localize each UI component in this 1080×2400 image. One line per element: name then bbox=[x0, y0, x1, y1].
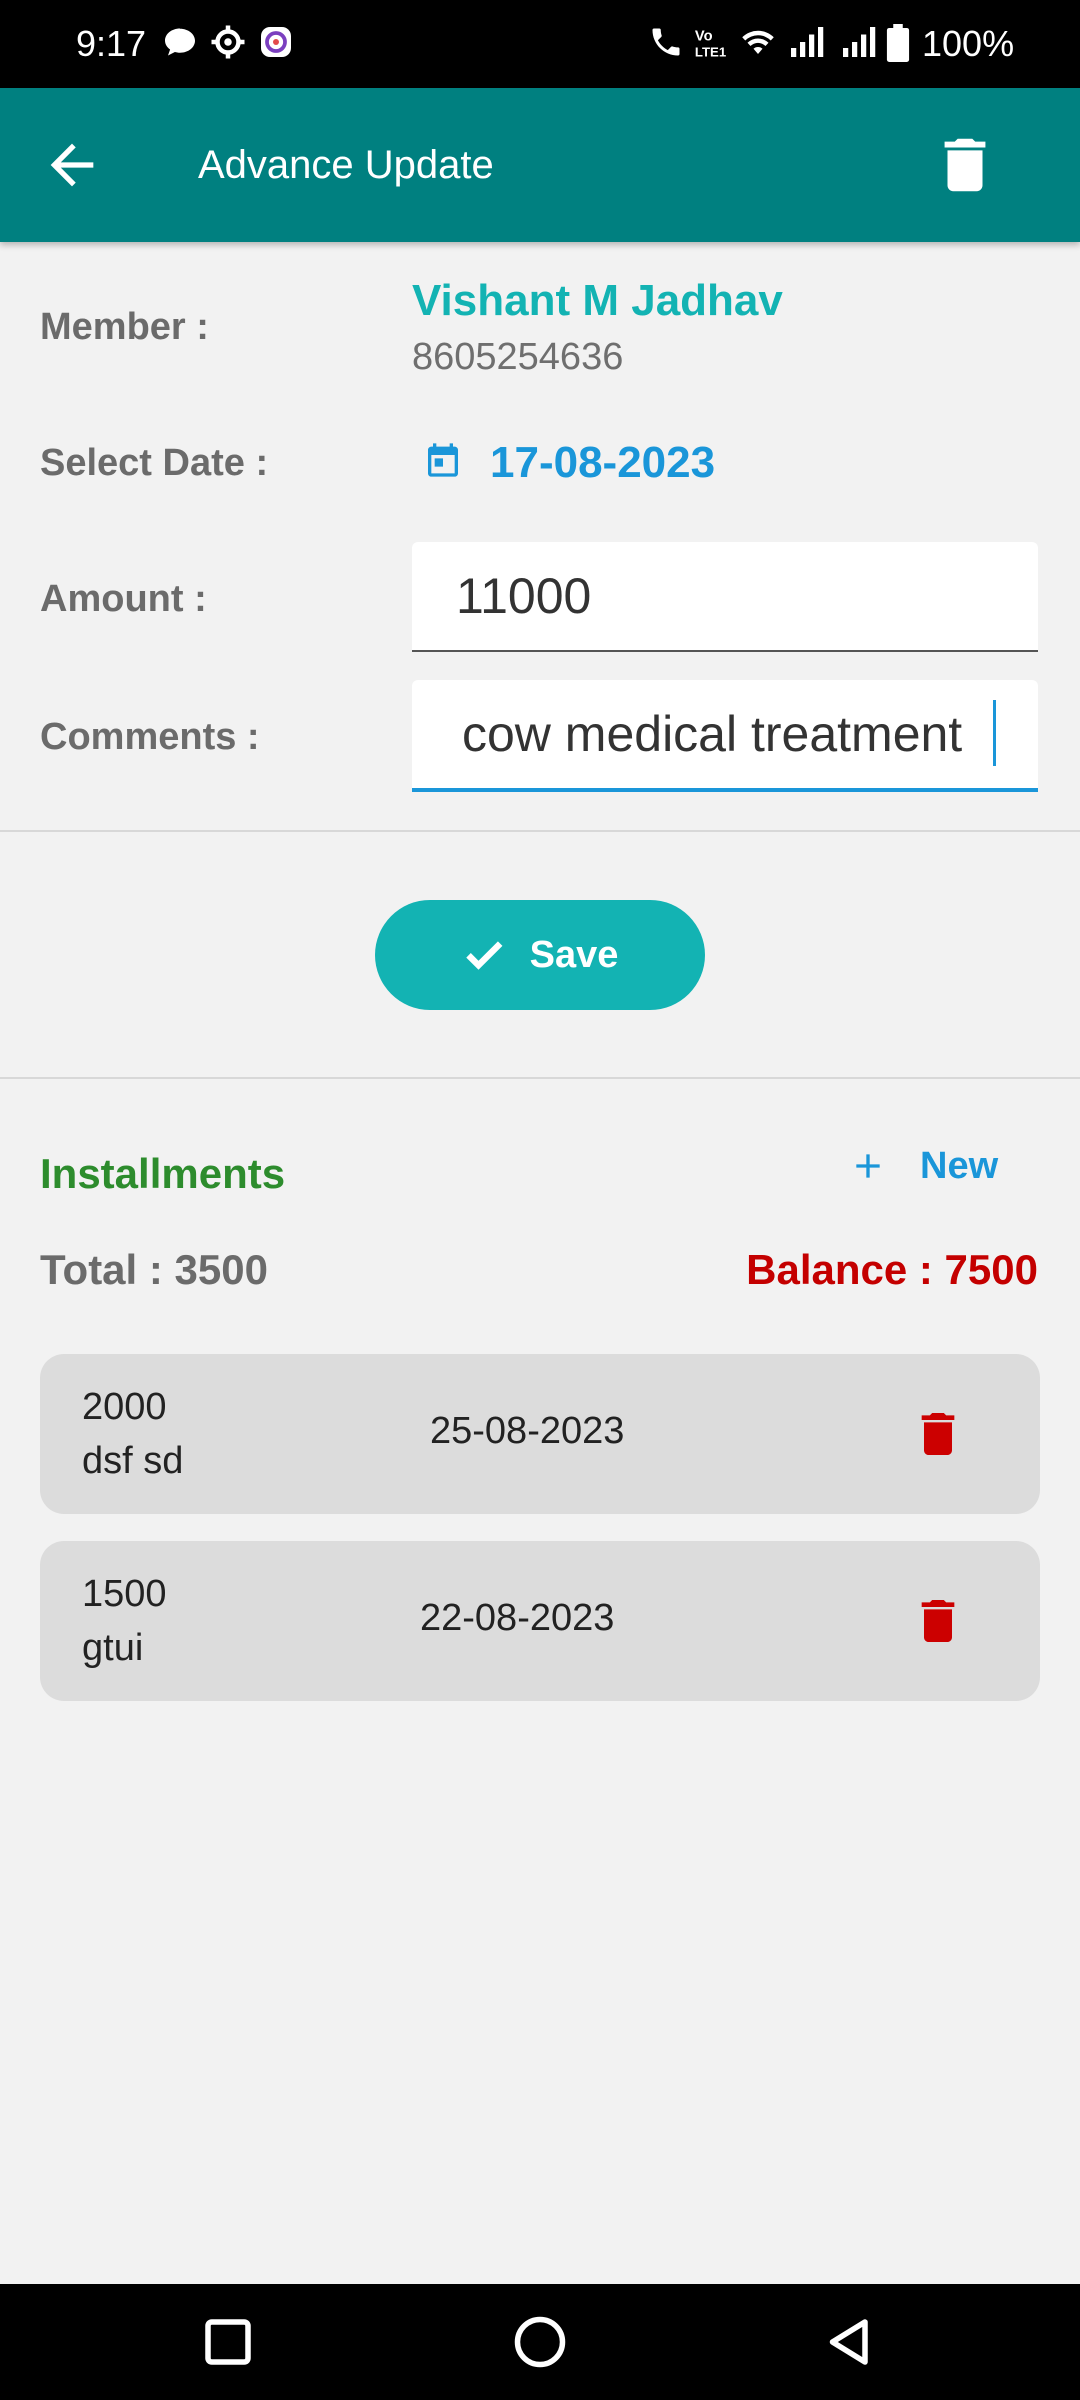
volte-icon: Vo LTE1 bbox=[695, 29, 726, 60]
recent-apps-icon[interactable] bbox=[198, 2312, 258, 2372]
total-amount: Total : 3500 bbox=[40, 1246, 268, 1293]
installment-amount: 1500 bbox=[82, 1573, 167, 1615]
new-label: New bbox=[920, 1144, 999, 1187]
comments-input[interactable] bbox=[412, 680, 1038, 788]
installment-card[interactable]: 2000 dsf sd 25-08-2023 bbox=[40, 1354, 1040, 1514]
page-title: Advance Update bbox=[198, 143, 494, 187]
divider bbox=[0, 830, 1080, 832]
installment-date: 25-08-2023 bbox=[430, 1410, 625, 1452]
text-cursor bbox=[993, 700, 996, 766]
installment-amount: 2000 bbox=[82, 1386, 167, 1428]
home-icon[interactable] bbox=[510, 2312, 570, 2372]
amount-input[interactable] bbox=[412, 542, 1038, 650]
installments-title: Installments bbox=[40, 1150, 286, 1197]
navigation-bar bbox=[0, 2284, 1080, 2400]
checkmark-icon bbox=[465, 941, 503, 970]
message-icon bbox=[165, 28, 195, 56]
balance-amount: Balance : 7500 bbox=[746, 1246, 1038, 1293]
member-phone: 8605254636 bbox=[412, 336, 624, 378]
app-notification-icon bbox=[261, 27, 291, 57]
battery-percentage: 100% bbox=[922, 23, 1015, 64]
calendar-icon[interactable] bbox=[423, 440, 463, 480]
installment-note: dsf sd bbox=[82, 1440, 184, 1482]
installment-date: 22-08-2023 bbox=[420, 1597, 615, 1639]
installment-card[interactable]: 1500 gtui 22-08-2023 bbox=[40, 1541, 1040, 1701]
save-button[interactable]: Save bbox=[375, 900, 705, 1010]
comments-label: Comments : bbox=[40, 716, 260, 758]
battery-icon bbox=[886, 24, 910, 62]
back-arrow-icon[interactable] bbox=[40, 133, 104, 197]
member-name: Vishant M Jadhav bbox=[412, 276, 783, 325]
amount-field[interactable] bbox=[412, 542, 1038, 652]
amount-label: Amount : bbox=[40, 578, 207, 620]
save-label: Save bbox=[529, 933, 619, 976]
signal-2-icon bbox=[843, 27, 876, 57]
status-time: 9:17 bbox=[76, 23, 147, 64]
plus-icon bbox=[856, 1154, 880, 1178]
svg-text:Vo: Vo bbox=[695, 29, 713, 45]
wifi-icon bbox=[742, 30, 774, 54]
comments-field[interactable] bbox=[412, 680, 1038, 792]
new-installment-button[interactable]: New bbox=[848, 1136, 998, 1196]
call-icon bbox=[652, 28, 680, 56]
date-label: Select Date : bbox=[40, 442, 269, 484]
date-value[interactable]: 17-08-2023 bbox=[490, 438, 715, 488]
settings-icon bbox=[211, 25, 245, 59]
app-bar: Advance Update bbox=[0, 88, 1080, 242]
signal-1-icon bbox=[791, 27, 824, 57]
delete-icon[interactable] bbox=[930, 130, 1000, 200]
member-label: Member : bbox=[40, 306, 209, 348]
delete-installment-icon[interactable] bbox=[910, 1593, 966, 1649]
back-nav-icon[interactable] bbox=[820, 2312, 880, 2372]
installment-note: gtui bbox=[82, 1627, 144, 1669]
status-bar: 9:17 Vo LTE1 100% bbox=[0, 0, 1080, 88]
delete-installment-icon[interactable] bbox=[910, 1406, 966, 1462]
divider bbox=[0, 1077, 1080, 1079]
svg-text:LTE1: LTE1 bbox=[695, 45, 726, 60]
